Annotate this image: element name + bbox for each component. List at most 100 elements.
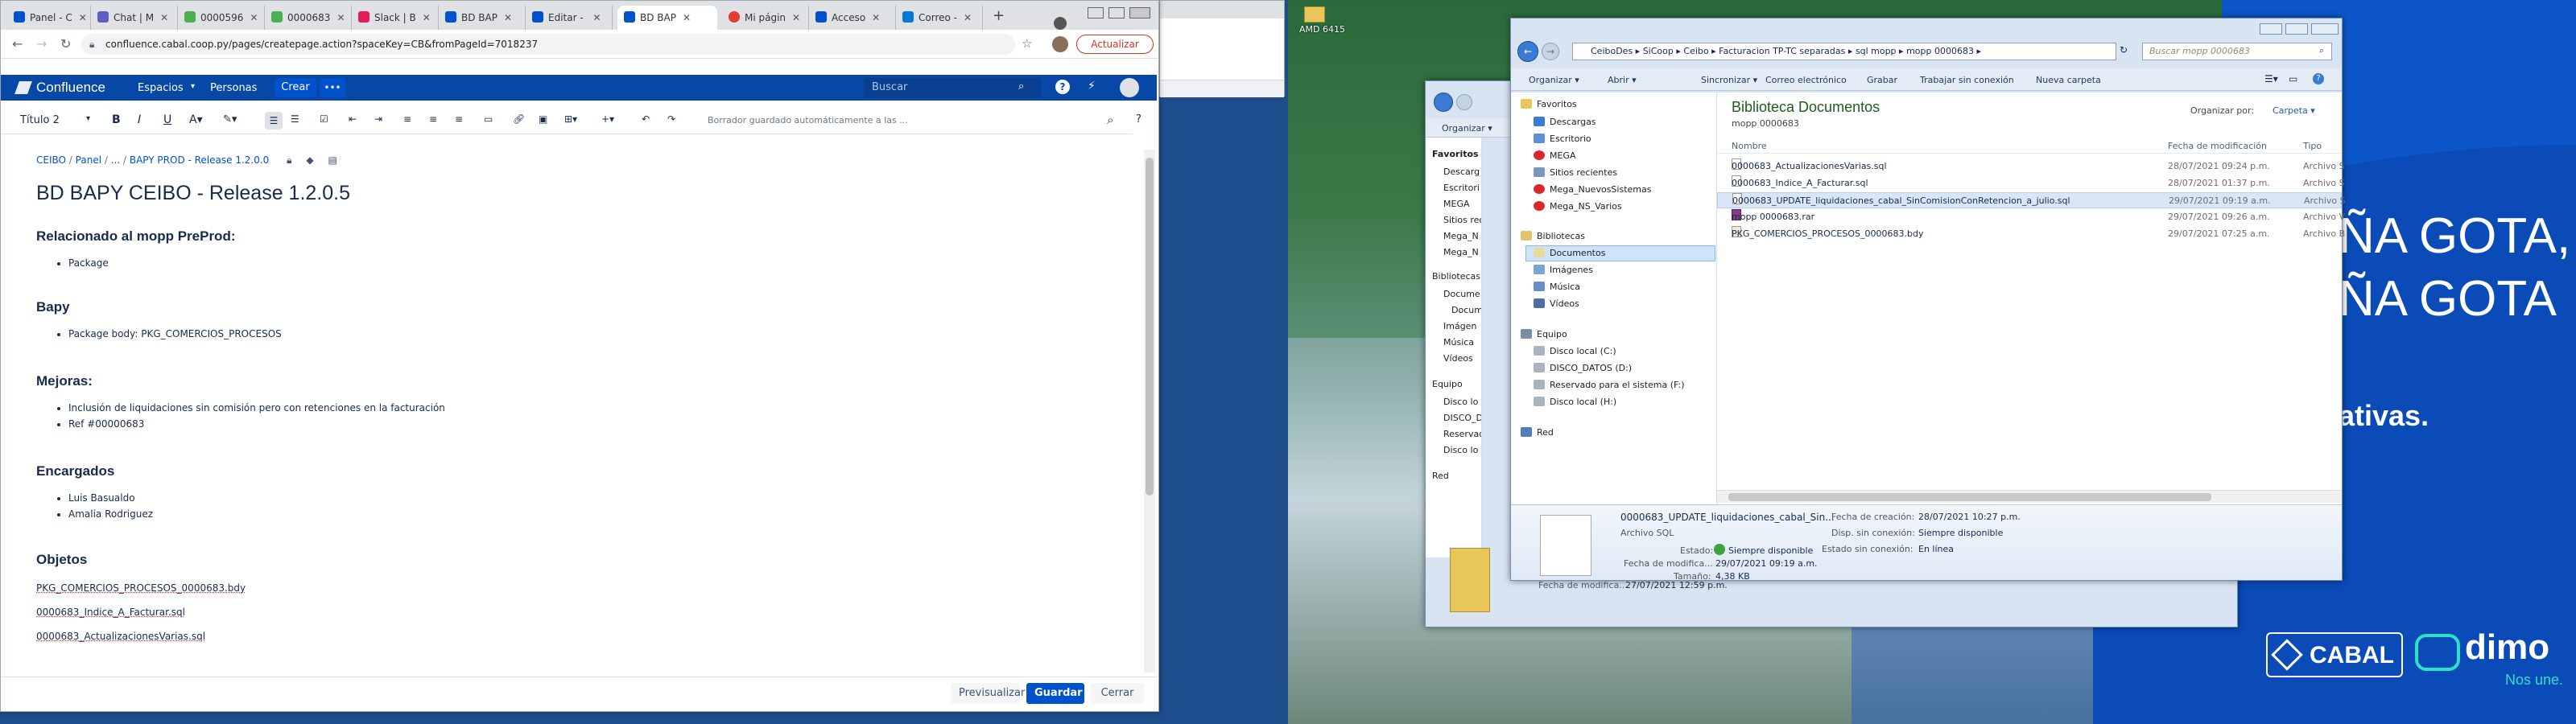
tab-1[interactable]: Chat | M ✕ <box>91 6 178 30</box>
organize-menu[interactable]: Organizar ▾ <box>1529 75 1579 85</box>
nav-item[interactable]: Mega_N <box>1443 247 1479 257</box>
organize-menu[interactable]: Organizar ▾ <box>1442 123 1492 134</box>
nav-item[interactable]: Descarg <box>1443 167 1480 177</box>
nav-item[interactable]: Favoritos <box>1432 149 1479 159</box>
burn-button[interactable]: Grabar <box>1867 75 1897 85</box>
insert-more-icon[interactable]: +▾ <box>601 113 614 125</box>
refresh-icon[interactable]: ↻ <box>2120 44 2128 56</box>
nav-item-mega[interactable]: MEGA <box>1534 150 1576 161</box>
open-menu[interactable]: Abrir ▾ <box>1608 75 1637 85</box>
save-button[interactable]: Guardar <box>1026 683 1084 704</box>
update-button[interactable]: Actualizar <box>1076 35 1154 54</box>
horizontal-scrollbar[interactable] <box>1717 490 2342 503</box>
close-icon[interactable]: ✕ <box>872 12 880 23</box>
back-icon[interactable]: ← <box>12 36 23 51</box>
arrange-dropdown[interactable]: Carpeta ▾ <box>2273 105 2315 116</box>
align-center-icon[interactable]: ≡ <box>429 113 437 125</box>
nav-item[interactable]: Docum <box>1451 305 1481 315</box>
nav-network[interactable]: Red <box>1521 427 1554 438</box>
file-row[interactable]: 0000683_ActualizacionesVarias.sql 28/07/… <box>1717 158 2345 175</box>
nav-item[interactable]: Equipo <box>1432 379 1463 389</box>
nav-item[interactable]: Docume <box>1443 289 1480 299</box>
close-icon[interactable]: ✕ <box>79 12 87 23</box>
close-window-button[interactable] <box>2311 23 2339 35</box>
path-segment[interactable]: Facturacion TP-TC separadas <box>1719 46 1845 56</box>
close-icon[interactable]: ✕ <box>160 12 168 23</box>
offline-button[interactable]: Trabajar sin conexión <box>1920 75 2014 85</box>
tab-7-active[interactable]: BD BAP ✕ <box>617 6 717 30</box>
tab-9[interactable]: Acceso ✕ <box>809 6 896 30</box>
nav-item-mega-varios[interactable]: Mega_NS_Varios <box>1534 201 1622 212</box>
breadcrumb-item[interactable]: BAPY PROD - Release 1.2.0.0 <box>130 154 269 166</box>
image-icon[interactable]: ▣ <box>539 113 547 125</box>
nav-item-drive-d[interactable]: DISCO_DATOS (D:) <box>1534 363 1632 373</box>
tab-6[interactable]: Editar - ✕ <box>526 6 613 30</box>
nav-item[interactable]: Imágen <box>1443 321 1476 331</box>
align-left-icon[interactable]: ≡ <box>403 113 411 125</box>
italic-icon[interactable]: I <box>138 113 141 126</box>
nav-item[interactable]: MEGA <box>1443 199 1470 209</box>
text-color-icon[interactable]: A▾ <box>189 113 203 126</box>
nav-item-drive-c[interactable]: Disco local (C:) <box>1534 346 1616 356</box>
file-row[interactable]: 0000683_Indice_A_Facturar.sql 28/07/2021… <box>1717 175 2345 191</box>
bullet-list-icon[interactable]: ☰ <box>265 112 283 130</box>
desktop-folder-icon[interactable] <box>1304 6 1325 23</box>
nav-item-music[interactable]: Música <box>1534 282 1580 292</box>
preview-pane-icon[interactable]: ▭ <box>2289 73 2297 84</box>
path-segment[interactable]: mopp 0000683 <box>1906 46 1974 56</box>
nav-item[interactable]: Bibliotecas <box>1432 271 1480 282</box>
nav-item[interactable]: Música <box>1443 337 1474 348</box>
tab-3[interactable]: 0000683 ✕ <box>265 6 352 30</box>
help-icon[interactable]: ? <box>2313 73 2324 84</box>
view-options-icon[interactable]: ☰▾ <box>2264 73 2278 84</box>
nav-item[interactable]: Vídeos <box>1443 353 1473 364</box>
back-icon[interactable] <box>1434 93 1453 112</box>
reload-icon[interactable]: ↻ <box>60 36 71 51</box>
outdent-icon[interactable]: ⇤ <box>349 113 357 125</box>
tab-8[interactable]: Mi págin ✕ <box>722 6 809 30</box>
link-icon[interactable]: 🔗︎ <box>513 113 525 125</box>
nav-people[interactable]: Personas <box>210 82 257 94</box>
minimize-button[interactable] <box>1088 7 1104 19</box>
underline-icon[interactable]: U <box>163 113 171 126</box>
indent-icon[interactable]: ⇥ <box>374 113 382 125</box>
tab-2[interactable]: 0000596 ✕ <box>178 6 265 30</box>
search-input[interactable]: Buscar <box>864 78 1041 97</box>
forward-icon[interactable]: → <box>1542 43 1559 60</box>
maximize-button[interactable] <box>1108 7 1125 19</box>
path-segment[interactable]: sql mopp <box>1856 46 1897 56</box>
nav-favorites[interactable]: Favoritos <box>1521 99 1577 109</box>
nav-item-desktop[interactable]: Escritorio <box>1534 134 1591 144</box>
bold-icon[interactable]: B <box>112 113 121 126</box>
help-icon[interactable]: ? <box>1136 113 1141 125</box>
close-icon[interactable]: ✕ <box>964 12 972 23</box>
close-icon[interactable]: ✕ <box>592 12 601 23</box>
task-list-icon[interactable]: ☑ <box>320 113 328 125</box>
column-header-type[interactable]: Tipo <box>2303 141 2322 151</box>
path-segment[interactable]: Ceibo <box>1683 46 1708 56</box>
nav-computer[interactable]: Equipo <box>1521 329 1567 339</box>
path-segment[interactable]: CeiboDes <box>1591 46 1633 56</box>
confluence-logo[interactable]: Confluence <box>36 80 105 96</box>
forward-icon[interactable] <box>1456 94 1472 110</box>
path-bar[interactable]: CeiboDes ▸ SiCoop ▸ Ceibo ▸ Facturacion … <box>1572 43 2116 60</box>
close-icon[interactable]: ✕ <box>683 12 691 23</box>
nav-item[interactable]: Sitios rec <box>1443 215 1481 225</box>
column-header-name[interactable]: Nombre <box>1732 141 1767 151</box>
label-icon[interactable]: ◆ <box>306 154 313 166</box>
nav-spaces[interactable]: Espacios <box>138 82 184 94</box>
forward-icon[interactable]: → <box>36 36 47 51</box>
back-icon[interactable]: ← <box>1517 41 1538 62</box>
scrollbar-thumb[interactable] <box>1146 158 1154 496</box>
column-header-date[interactable]: Fecha de modificación <box>2168 141 2267 151</box>
tab-0[interactable]: Panel - C ✕ <box>7 6 91 30</box>
breadcrumb-item[interactable]: CEIBO <box>36 154 66 166</box>
minimize-button[interactable] <box>2260 23 2282 35</box>
paragraph-style-select[interactable]: Título 2 <box>20 114 60 126</box>
bookmark-star-icon[interactable]: ☆ <box>1022 36 1032 51</box>
redo-icon[interactable]: ↷ <box>667 113 675 125</box>
nav-item-videos[interactable]: Vídeos <box>1534 298 1579 309</box>
tab-5[interactable]: BD BAP ✕ <box>439 6 526 30</box>
search-input[interactable]: Buscar mopp 0000683 <box>2142 43 2332 60</box>
nav-item-drive-h[interactable]: Disco local (H:) <box>1534 397 1616 407</box>
